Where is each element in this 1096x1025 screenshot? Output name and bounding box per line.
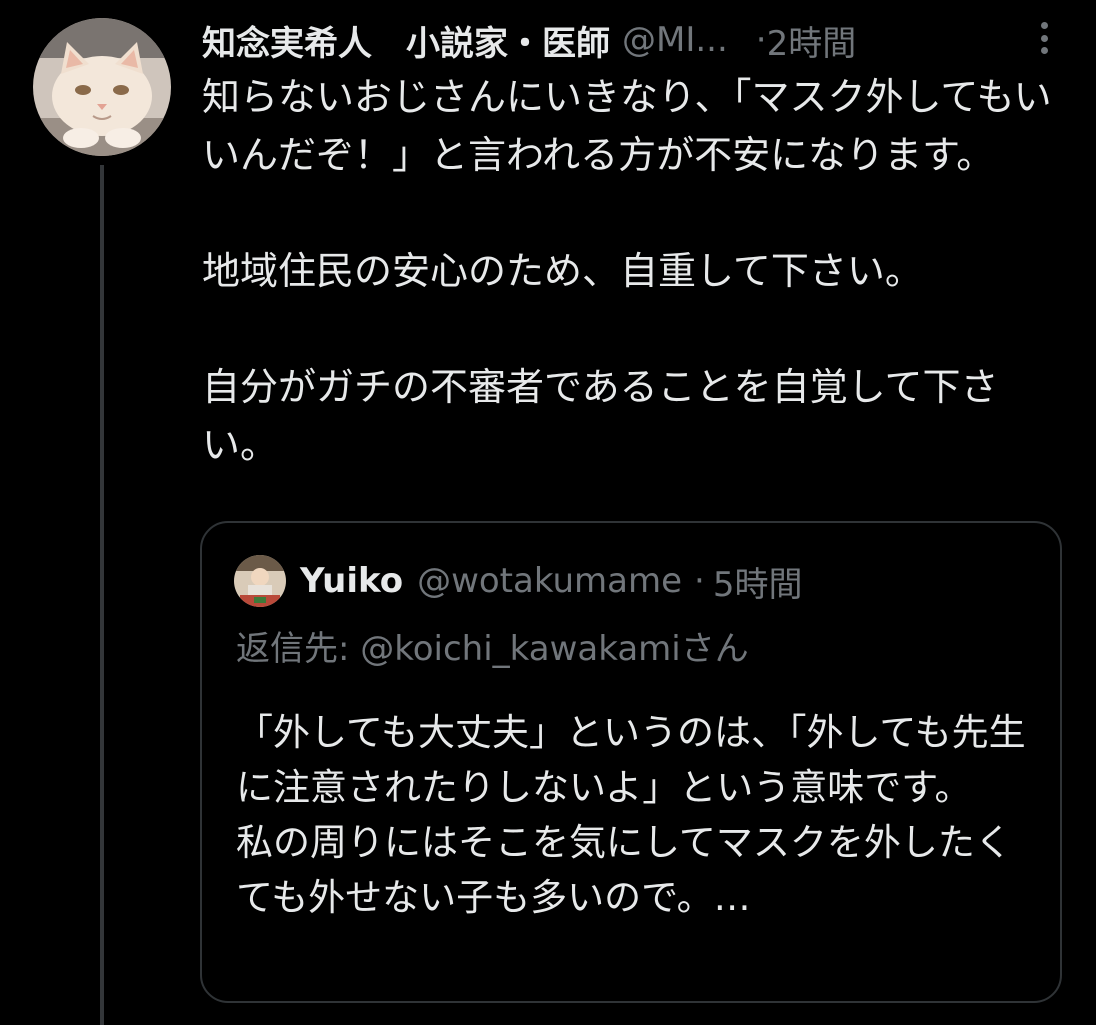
yuiko-avatar-image	[234, 555, 286, 607]
quoted-tweet-body: 「外しても大丈夫」というのは、「外しても先生に注意されたりしないよ」という意味で…	[236, 705, 1036, 925]
replying-to-mention[interactable]: @koichi_kawakami	[360, 629, 680, 669]
quoted-author-handle: @wotakumame	[417, 561, 683, 601]
tweet-timestamp[interactable]: 2時間	[767, 16, 857, 65]
author-avatar[interactable]	[33, 18, 171, 156]
quoted-tweet-line: 私の周りにはそこを気にしてマスクを外したくても外せない子も多いので。…	[236, 821, 1012, 919]
quoted-tweet-line: 「外しても大丈夫」というのは、「外しても先生に注意されたりしないよ」という意味で…	[236, 711, 1026, 809]
author-handle[interactable]: @MI...	[622, 20, 728, 60]
tweet-paragraph: 地域住民の安心のため、自重して下さい。	[202, 249, 923, 293]
cat-avatar-image	[33, 18, 171, 156]
quoted-tweet-header: Yuiko @wotakumame · 5時間	[300, 553, 802, 609]
more-dot	[1040, 47, 1048, 54]
replying-to-prefix: 返信先:	[236, 629, 361, 669]
replying-to: 返信先: @koichi_kawakamiさん	[236, 621, 749, 670]
tweet-paragraph: 自分がガチの不審者であることを自覚して下さい。	[202, 365, 999, 467]
author-display-name[interactable]: 知念実希人 小説家・医師	[202, 16, 610, 65]
quoted-tweet-card[interactable]: Yuiko @wotakumame · 5時間 返信先: @koichi_kaw…	[200, 521, 1062, 1003]
tweet-body: 知らないおじさんにいきなり、「マスク外してもいいんだぞ！」と言われる方が不安にな…	[202, 68, 1052, 474]
tweet-paragraph: 知らないおじさんにいきなり、「マスク外してもいいんだぞ！」と言われる方が不安にな…	[202, 75, 1052, 177]
replying-to-suffix: さん	[680, 629, 749, 669]
more-dot	[1040, 22, 1048, 29]
more-dot	[1040, 34, 1048, 42]
quoted-tweet-timestamp: 5時間	[712, 564, 803, 605]
quoted-separator-dot: ·	[694, 561, 705, 601]
separator-dot: ·	[755, 20, 767, 60]
tweet[interactable]: 知念実希人 小説家・医師 @MI... · 2時間 知らないおじさんにいきなり、…	[0, 0, 1096, 1025]
more-vertical-icon[interactable]	[1030, 20, 1058, 56]
tweet-header: 知念実希人 小説家・医師 @MI... · 2時間	[202, 14, 1062, 66]
quoted-author-avatar	[234, 555, 286, 607]
thread-line	[100, 165, 104, 1025]
quoted-author-display-name: Yuiko	[300, 561, 404, 601]
